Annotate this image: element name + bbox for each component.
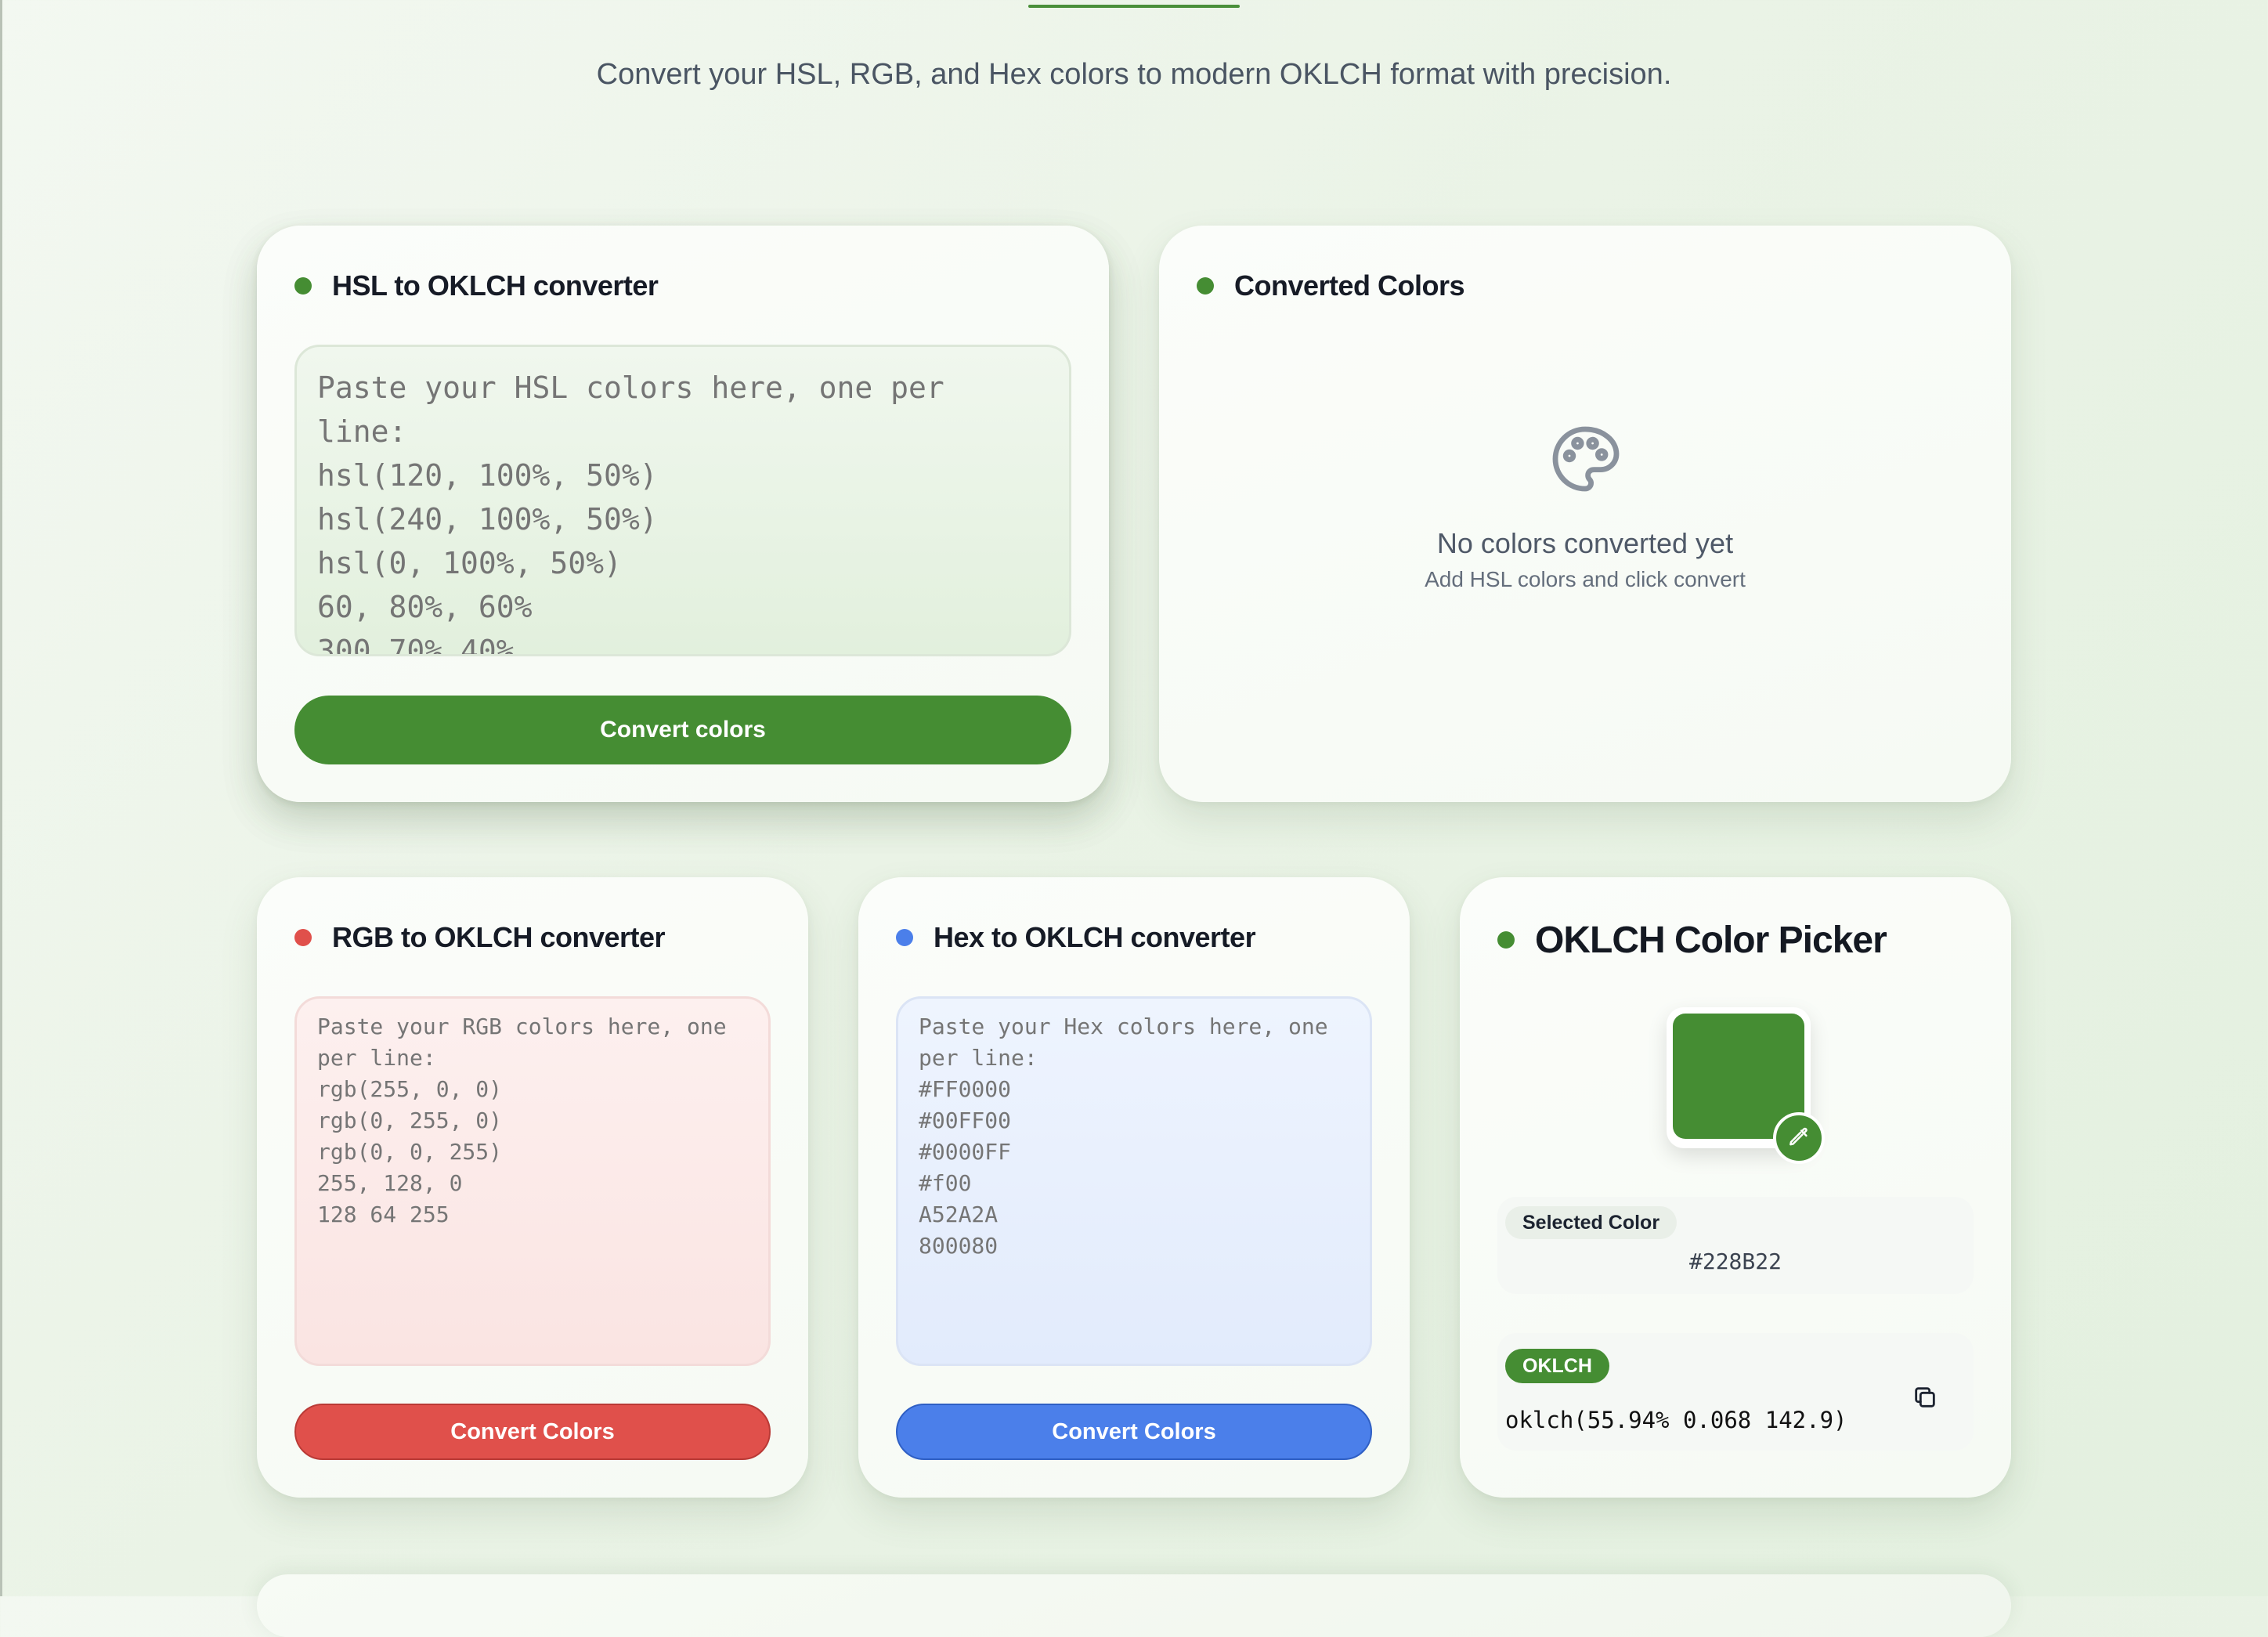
hex-converter-card: Hex to OKLCH converter Convert Colors <box>858 877 1410 1498</box>
hex-card-header: Hex to OKLCH converter <box>896 920 1256 956</box>
next-section-card <box>257 1574 2011 1637</box>
hsl-input[interactable] <box>294 345 1071 656</box>
converted-status-dot <box>1197 277 1214 295</box>
hsl-card-title: HSL to OKLCH converter <box>332 269 659 302</box>
rgb-convert-button[interactable]: Convert Colors <box>294 1404 771 1460</box>
picker-status-dot <box>1497 931 1515 949</box>
oklch-badge: OKLCH <box>1505 1349 1609 1383</box>
eyedropper-icon <box>1789 1127 1808 1146</box>
hsl-status-dot <box>294 277 312 295</box>
hex-input[interactable] <box>896 996 1372 1366</box>
converted-colors-card: Converted Colors No colors converted yet… <box>1159 226 2011 802</box>
selected-color-panel: Selected Color #228B22 <box>1497 1197 1974 1294</box>
page-subtitle: Convert your HSL, RGB, and Hex colors to… <box>596 58 1672 91</box>
rgb-status-dot <box>294 929 312 946</box>
selected-color-label: Selected Color <box>1505 1206 1678 1239</box>
hex-convert-button[interactable]: Convert Colors <box>896 1404 1372 1460</box>
rgb-card-title: RGB to OKLCH converter <box>332 921 666 953</box>
oklch-value: oklch(55.94% 0.068 142.9) <box>1505 1407 1847 1433</box>
picker-card-title: OKLCH Color Picker <box>1535 919 1887 961</box>
selected-color-hex: #228B22 <box>1688 1249 1782 1274</box>
window-edge <box>0 0 2 1596</box>
hsl-convert-button[interactable]: Convert colors <box>294 696 1071 764</box>
rgb-converter-card: RGB to OKLCH converter Convert Colors <box>257 877 808 1498</box>
empty-state: No colors converted yet Add HSL colors a… <box>1159 421 2011 594</box>
copy-button[interactable] <box>1905 1377 1945 1418</box>
header-underline <box>1028 5 1240 8</box>
empty-state-subtitle: Add HSL colors and click convert <box>1425 567 1746 591</box>
oklch-output-panel: OKLCH oklch(55.94% 0.068 142.9) <box>1497 1333 1974 1451</box>
eyedropper-button[interactable] <box>1773 1112 1825 1164</box>
rgb-input[interactable] <box>294 996 771 1366</box>
copy-icon <box>1915 1387 1935 1408</box>
hex-status-dot <box>896 929 913 946</box>
picker-card-header: OKLCH Color Picker <box>1497 918 1887 962</box>
rgb-card-header: RGB to OKLCH converter <box>294 920 666 956</box>
empty-state-title: No colors converted yet <box>1436 527 1734 559</box>
oklch-picker-card: OKLCH Color Picker Selected Color #228B2… <box>1460 877 2011 1498</box>
palette-icon <box>1552 426 1620 492</box>
converted-card-title: Converted Colors <box>1234 269 1465 302</box>
converted-card-header: Converted Colors <box>1197 268 1465 304</box>
hex-card-title: Hex to OKLCH converter <box>934 921 1256 953</box>
hsl-card-header: HSL to OKLCH converter <box>294 268 659 304</box>
